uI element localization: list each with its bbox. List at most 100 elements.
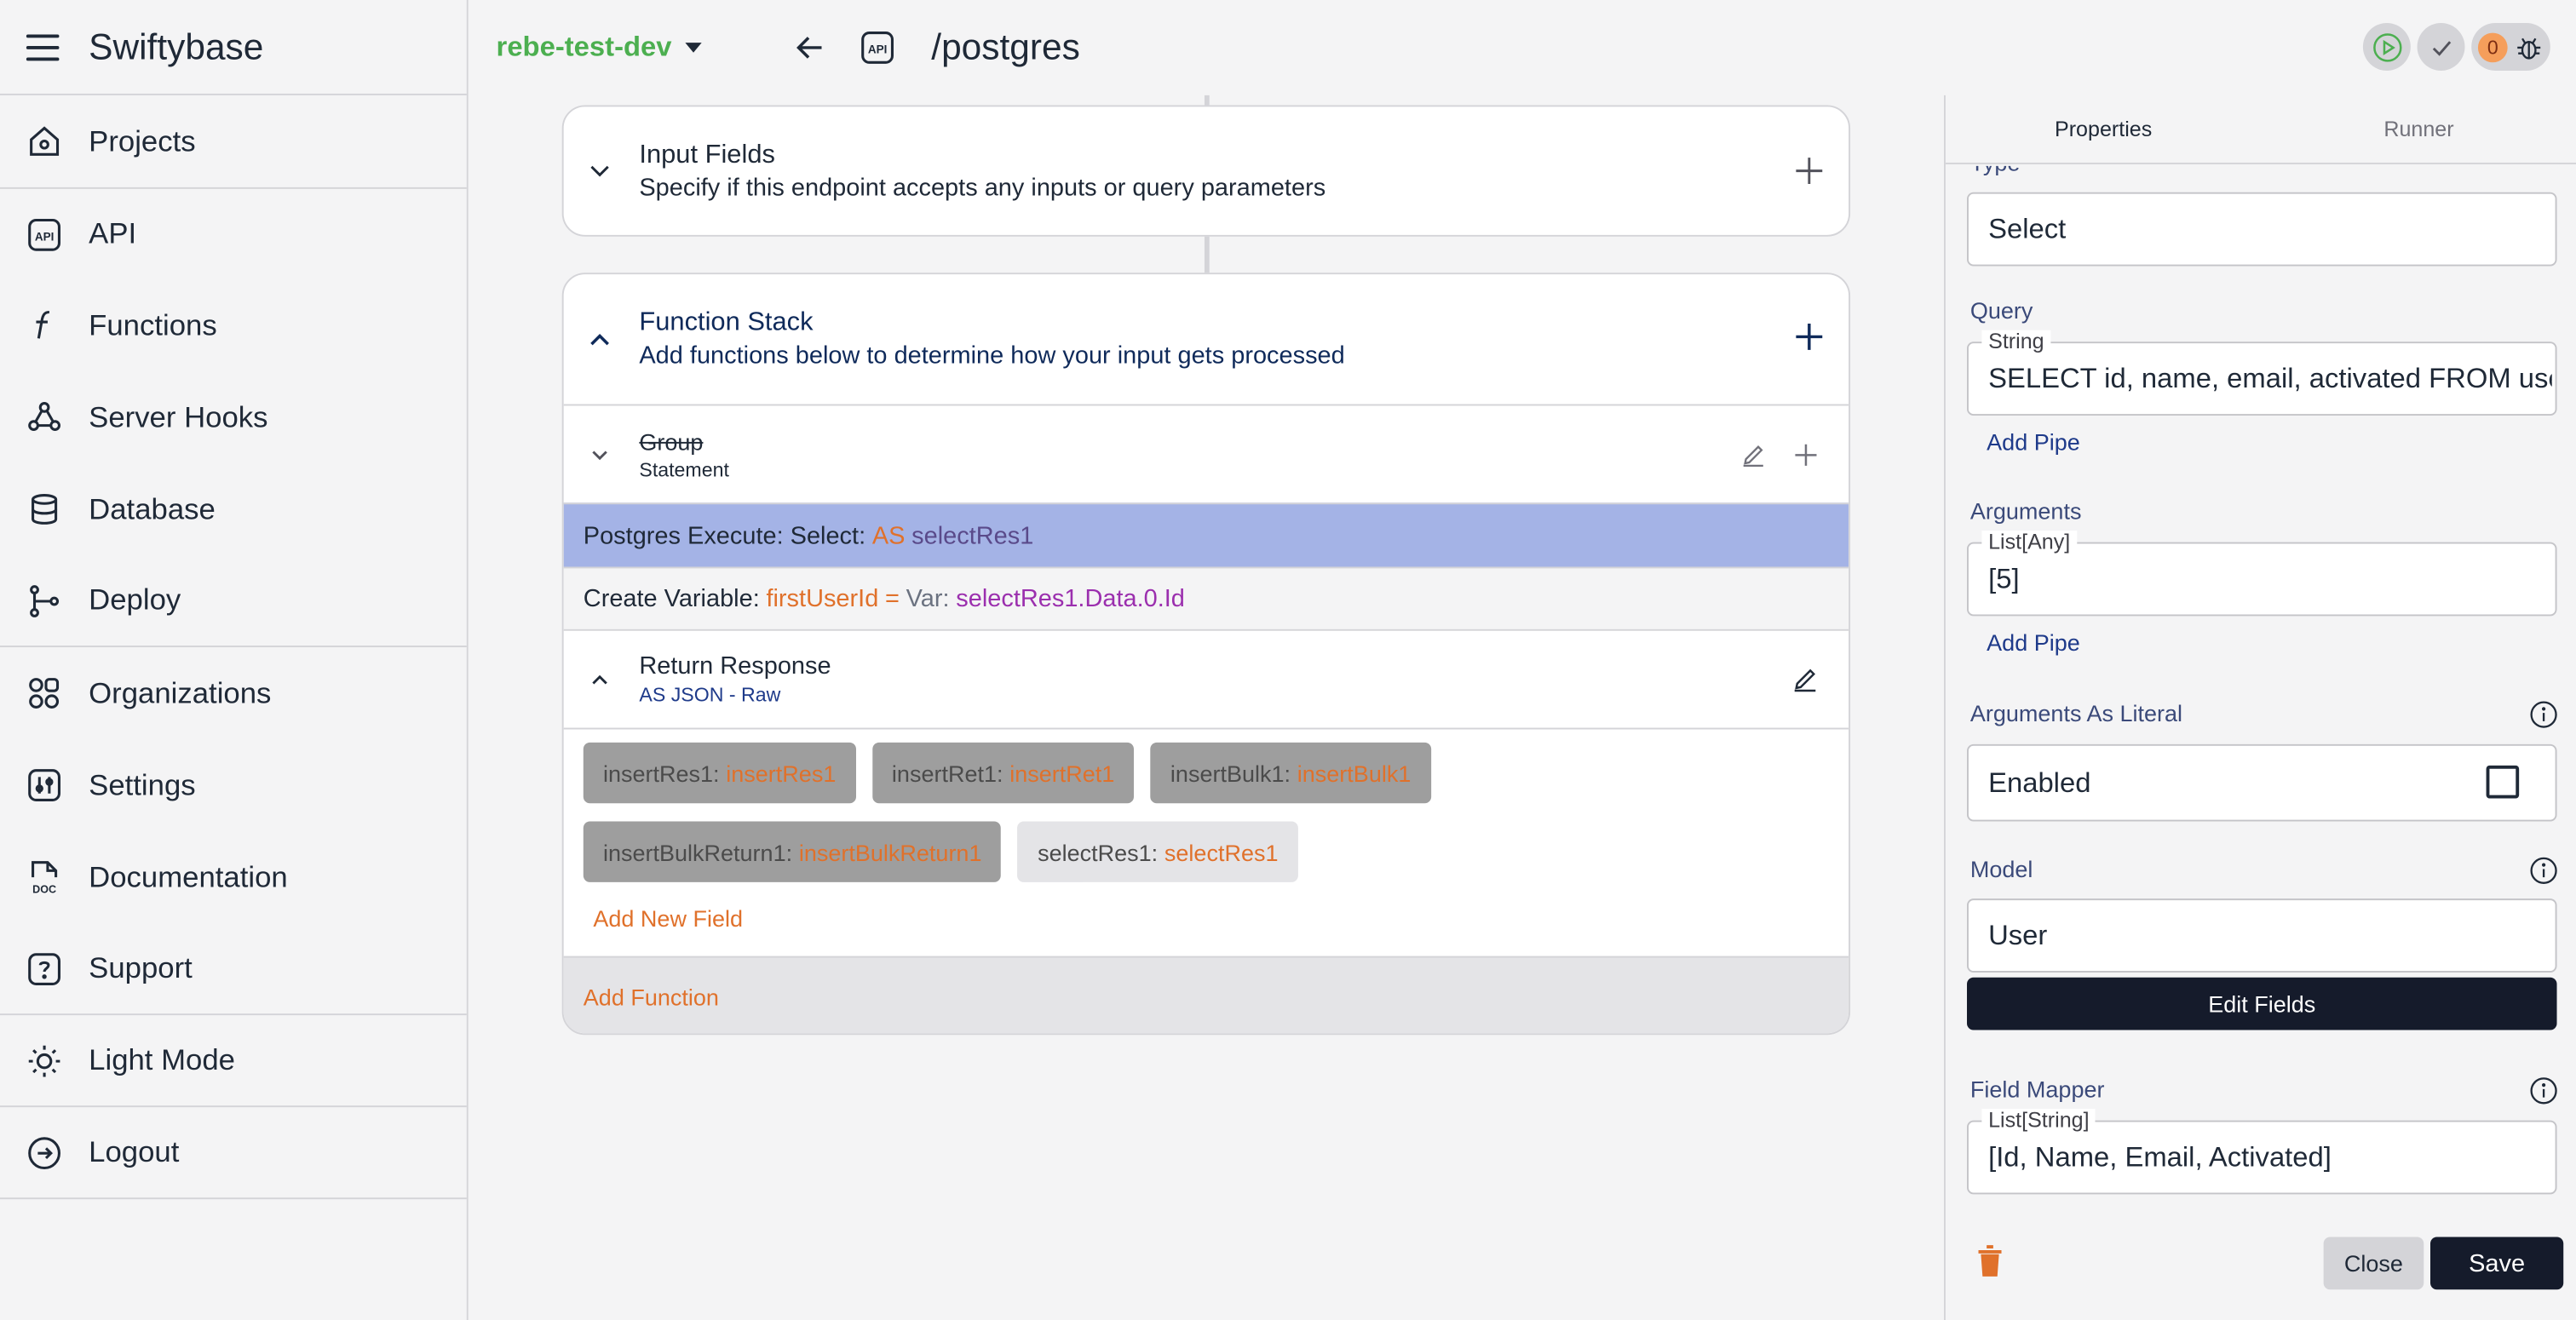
response-field-chip[interactable]: insertBulk1: insertBulk1 <box>1150 742 1431 804</box>
help-icon <box>26 950 62 986</box>
add-input-icon[interactable] <box>1793 154 1826 187</box>
sidebar-item-light-mode[interactable]: Light Mode <box>0 1015 467 1108</box>
debug-button[interactable]: 0 <box>2471 23 2550 71</box>
group-title: Group <box>639 428 704 455</box>
sidebar-item-label: Organizations <box>89 675 272 709</box>
sidebar-item-server-hooks[interactable]: Server Hooks <box>0 371 467 463</box>
settings-icon <box>26 767 62 803</box>
info-icon[interactable] <box>2529 700 2559 730</box>
save-button[interactable]: Save <box>2429 1237 2564 1290</box>
function-stack-title: Function Stack <box>639 308 814 337</box>
add-function-icon[interactable] <box>1793 320 1826 353</box>
back-arrow-icon[interactable] <box>793 32 826 65</box>
top-bar: rebe-test-dev API /postgres 0 <box>468 0 2576 95</box>
sidebar-item-organizations[interactable]: Organizations <box>0 647 467 739</box>
git-branch-icon <box>26 583 62 618</box>
arguments-value: [5] <box>1988 562 2020 594</box>
function-stack-subtitle: Add functions below to determine how you… <box>639 341 1345 370</box>
chevron-up-icon[interactable] <box>587 326 613 353</box>
api-icon: API <box>860 32 894 64</box>
sidebar-item-label: Logout <box>89 1134 180 1168</box>
sidebar-item-label: Settings <box>89 767 196 801</box>
postgres-execute-row[interactable]: Postgres Execute: Select: AS selectRes1 <box>563 502 1849 567</box>
response-field-chip[interactable]: insertRes1: insertRes1 <box>583 742 856 804</box>
svg-text:API: API <box>35 230 55 243</box>
chip-value: insertRet1 <box>1009 760 1115 787</box>
result-variable: selectRes1 <box>911 521 1034 550</box>
field-mapper-label: Field Mapper <box>1969 1076 2105 1103</box>
connector-line <box>1204 236 1210 273</box>
add-function-link[interactable]: Add Function <box>563 956 1849 1034</box>
properties-scroll-area[interactable]: Type Select Query String SELECT id, name… <box>1946 166 2576 1320</box>
panel-tabs: Properties Runner <box>1945 95 2576 164</box>
query-label: Query <box>1969 297 2033 324</box>
equals-sign: = <box>885 584 900 613</box>
chip-key: selectRes1: <box>1038 838 1159 865</box>
function-stack-card: Function Stack Add functions below to de… <box>561 273 1851 1036</box>
variable-name: firstUserId <box>766 584 879 613</box>
add-pipe-link[interactable]: Add Pipe <box>1987 428 2080 455</box>
query-input[interactable]: String SELECT id, name, email, activated… <box>1967 330 2557 416</box>
create-variable-row[interactable]: Create Variable: firstUserId = Var: sele… <box>563 566 1849 629</box>
chevron-down-icon[interactable] <box>587 158 613 184</box>
function-stack-header[interactable]: Function Stack Add functions below to de… <box>564 274 1849 404</box>
hamburger-menu-icon[interactable] <box>26 33 60 60</box>
chevron-down-icon[interactable] <box>587 441 613 468</box>
type-select[interactable]: Select <box>1967 192 2557 267</box>
sidebar-item-label: Deploy <box>89 583 181 617</box>
input-fields-card: Input Fields Specify if this endpoint ac… <box>561 105 1851 237</box>
run-button[interactable] <box>2362 23 2411 71</box>
logout-icon <box>26 1134 62 1170</box>
field-mapper-input[interactable]: List[String] [Id, Name, Email, Activated… <box>1967 1108 2557 1195</box>
sun-icon <box>26 1042 62 1078</box>
input-fields-header[interactable]: Input Fields Specify if this endpoint ac… <box>564 106 1849 234</box>
close-button[interactable]: Close <box>2323 1237 2424 1290</box>
sidebar-item-projects[interactable]: Projects <box>0 95 467 187</box>
sidebar-item-database[interactable]: Database <box>0 463 467 555</box>
add-icon[interactable] <box>1793 442 1820 468</box>
bug-icon <box>2517 37 2541 59</box>
group-subtitle: Statement <box>639 457 729 481</box>
add-new-field-link[interactable]: Add New Field <box>584 905 1829 932</box>
chip-key: insertRes1: <box>602 760 720 787</box>
sidebar-item-deploy[interactable]: Deploy <box>0 555 467 648</box>
edit-fields-button[interactable]: Edit Fields <box>1967 977 2557 1030</box>
arguments-input[interactable]: List[Any] [5] <box>1967 530 2557 617</box>
chevron-up-icon[interactable] <box>587 666 613 692</box>
sidebar-item-label: Support <box>89 950 193 984</box>
database-icon <box>26 491 62 527</box>
sidebar-item-logout[interactable]: Logout <box>0 1107 467 1200</box>
response-field-chip[interactable]: insertBulkReturn1: insertBulkReturn1 <box>583 821 1002 882</box>
sidebar-item-settings[interactable]: Settings <box>0 739 467 831</box>
tab-runner[interactable]: Runner <box>2261 95 2576 163</box>
field-mapper-value: [Id, Name, Email, Activated] <box>1988 1140 2332 1173</box>
arguments-literal-toggle[interactable]: Enabled <box>1967 743 2557 822</box>
sidebar-item-support[interactable]: Support <box>0 923 467 1016</box>
sidebar-item-documentation[interactable]: DOC Documentation <box>0 831 467 923</box>
model-value: User <box>1988 919 2048 950</box>
validate-button[interactable] <box>2417 23 2465 71</box>
edit-pencil-icon[interactable] <box>1791 665 1820 693</box>
model-select[interactable]: User <box>1967 898 2557 973</box>
edit-pencil-icon[interactable] <box>1740 442 1767 468</box>
issue-count: 0 <box>2477 32 2508 62</box>
sidebar-item-label: Server Hooks <box>89 399 268 433</box>
trash-icon[interactable] <box>1974 1243 2007 1279</box>
add-pipe-link[interactable]: Add Pipe <box>1987 629 2080 656</box>
enabled-checkbox[interactable] <box>2486 765 2520 799</box>
branch-selector[interactable]: rebe-test-dev <box>497 32 702 65</box>
info-icon[interactable] <box>2529 856 2559 886</box>
sidebar-item-api[interactable]: API API <box>0 187 467 279</box>
group-row[interactable]: Group Statement <box>563 404 1849 503</box>
sidebar-item-functions[interactable]: Functions <box>0 279 467 371</box>
svg-text:DOC: DOC <box>32 883 56 895</box>
endpoint-path: /postgres <box>931 26 1080 68</box>
info-icon[interactable] <box>2529 1076 2559 1105</box>
tab-properties[interactable]: Properties <box>1946 95 2261 163</box>
response-field-chip[interactable]: insertRet1: insertRet1 <box>871 742 1135 804</box>
return-response-row[interactable]: Return Response AS JSON - Raw <box>563 628 1849 728</box>
response-field-chip[interactable]: selectRes1: selectRes1 <box>1017 821 1298 882</box>
doc-icon: DOC <box>26 859 62 895</box>
properties-panel: Properties Runner Type Select Query Stri… <box>1944 95 2576 1320</box>
field-mapper-type-legend: List[String] <box>1981 1108 2096 1133</box>
